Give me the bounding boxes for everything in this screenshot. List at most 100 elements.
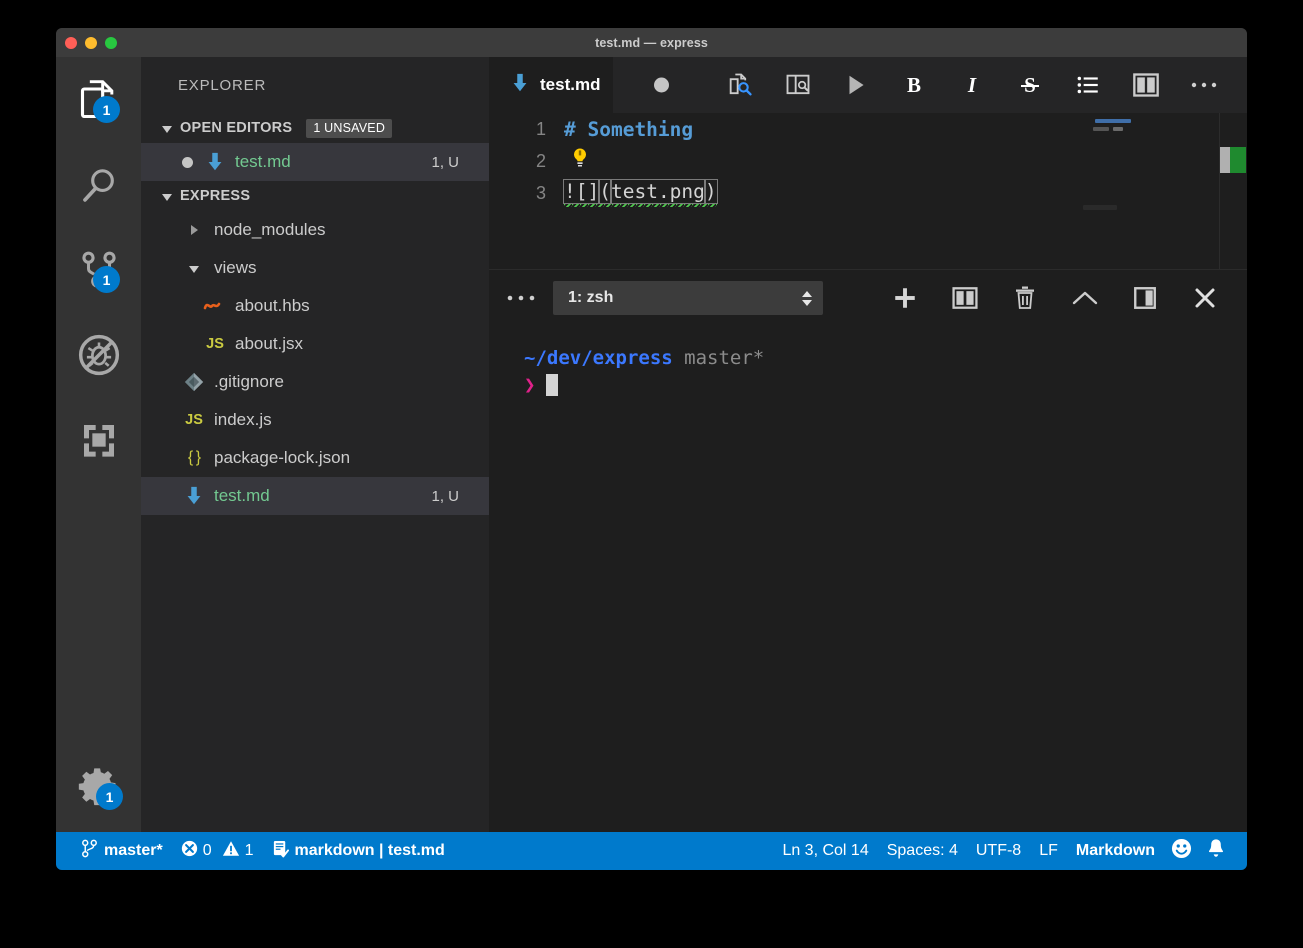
json-icon: { } [187,449,201,466]
overview-ruler[interactable] [1219,113,1247,269]
activity-item-source-control[interactable]: 1 [56,227,141,312]
tab-test-md[interactable]: test.md [489,57,669,113]
open-editor-meta: 1, U [431,153,459,171]
status-indentation[interactable]: Spaces: 4 [878,832,967,870]
bold-button[interactable]: B [897,68,931,102]
toggle-panel-position-button[interactable] [1129,282,1161,314]
bullet-list-button[interactable] [1071,68,1105,102]
debug-no-icon [77,333,121,377]
minimize-window-button[interactable] [85,37,97,49]
new-terminal-button[interactable] [889,282,921,314]
italic-button[interactable]: I [955,68,989,102]
status-bar-right: Ln 3, Col 14 Spaces: 4 UTF-8 LF Markdown [773,832,1247,870]
status-bar: master* 0 1 markdown | test.md Ln 3, Col… [56,832,1247,870]
tree-item-about-hbs[interactable]: about.hbs [141,287,489,325]
tree-item-label: package-lock.json [214,448,351,467]
tree-item-label: about.hbs [235,296,310,315]
more-actions-button[interactable] [1187,68,1221,102]
tree-item-about-jsx[interactable]: JS about.jsx [141,325,489,363]
run-code-button[interactable] [839,68,873,102]
chevron-right-icon[interactable] [181,225,207,235]
tree-item-label: views [214,258,257,277]
cursor-position-label: Ln 3, Col 14 [782,842,869,859]
tree-item-package-lock-json[interactable]: { } package-lock.json [141,439,489,477]
status-problems[interactable]: 0 1 [172,832,263,870]
dirty-indicator[interactable] [182,156,193,168]
status-cursor-position[interactable]: Ln 3, Col 14 [773,832,877,870]
terminal-branch: master* [684,346,765,369]
panel-actions [889,282,1221,314]
activity-item-extensions[interactable] [56,397,141,482]
kill-terminal-button[interactable] [1009,282,1041,314]
markdown-icon [202,151,228,173]
tab-dirty-indicator[interactable] [654,77,669,93]
activity-item-debug[interactable] [56,312,141,397]
tree-item-index-js[interactable]: JS index.js [141,401,489,439]
status-spell-checker[interactable]: markdown | test.md [263,832,454,870]
panel-more-button[interactable] [489,293,553,303]
status-branch-label: master* [104,842,163,859]
line-number: 2 [535,150,546,171]
open-editor-item-test-md[interactable]: test.md 1, U [141,143,489,181]
sidebar-title: EXPLORER [178,76,267,94]
prompt-arrow-icon: ❯ [524,373,536,396]
line-number: 1 [535,118,546,139]
indentation-label: Spaces: 4 [886,842,958,859]
terminal-selector[interactable]: 1: zsh [553,281,823,315]
traffic-lights [65,37,117,49]
titlebar: test.md — express [56,28,1247,57]
tree-item-views[interactable]: views [141,249,489,287]
status-encoding[interactable]: UTF-8 [967,832,1030,870]
terminal-path: ~/dev/express [524,346,673,369]
activity-item-search[interactable] [56,142,141,227]
open-preview-button[interactable] [723,68,757,102]
tree-item-label: node_modules [214,220,326,239]
terminal-output[interactable]: ~/dev/express master* ❯ [489,326,1247,832]
status-notifications[interactable] [1199,832,1233,870]
status-feedback[interactable] [1164,832,1199,870]
manage-badge: 1 [96,783,123,810]
tree-item-node-modules[interactable]: node_modules [141,211,489,249]
activity-item-explorer[interactable]: 1 [56,57,141,142]
activity-item-manage[interactable]: 1 [56,743,141,828]
extensions-icon [79,420,119,460]
terminal-cursor [546,373,559,396]
overview-ruler-change-marker [1230,147,1246,173]
status-eol[interactable]: LF [1030,832,1067,870]
close-window-button[interactable] [65,37,77,49]
terminal-input-line[interactable]: ❯ [524,371,1247,398]
open-preview-to-side-button[interactable] [781,68,815,102]
chevron-down-icon[interactable] [181,265,207,273]
status-language-mode[interactable]: Markdown [1067,832,1164,870]
handlebars-icon [202,299,228,313]
split-terminal-button[interactable] [949,282,981,314]
git-icon [181,371,207,393]
section-label-express: EXPRESS [180,188,251,204]
close-panel-button[interactable] [1189,282,1221,314]
unsaved-badge: 1 UNSAVED [306,118,393,138]
tab-label: test.md [540,75,601,94]
tree-item-test-md[interactable]: test.md 1, U [141,477,489,515]
minimap[interactable] [1083,113,1187,269]
section-header-express[interactable]: EXPRESS [141,181,489,211]
status-branch[interactable]: master* [72,832,172,870]
editor-actions: B I S [723,57,1247,113]
code-open-paren: ( [598,178,612,204]
open-editor-label: test.md [235,152,291,171]
maximize-panel-button[interactable] [1069,282,1101,314]
lightbulb-icon[interactable] [570,147,590,176]
tree-item-label: .gitignore [214,372,284,391]
code-close-paren: ) [703,178,718,204]
strikethrough-button[interactable]: S [1013,68,1047,102]
markdown-icon [509,72,531,99]
code-text: # Something [564,117,694,141]
section-header-open-editors[interactable]: OPEN EDITORS 1 UNSAVED [141,113,489,143]
tree-item-gitignore[interactable]: .gitignore [141,363,489,401]
section-label-open-editors: OPEN EDITORS [180,120,293,136]
warning-count: 1 [244,842,254,859]
zoom-window-button[interactable] [105,37,117,49]
error-count: 0 [202,842,212,859]
markdown-icon [181,485,207,507]
split-editor-button[interactable] [1129,68,1163,102]
search-icon [78,164,120,206]
